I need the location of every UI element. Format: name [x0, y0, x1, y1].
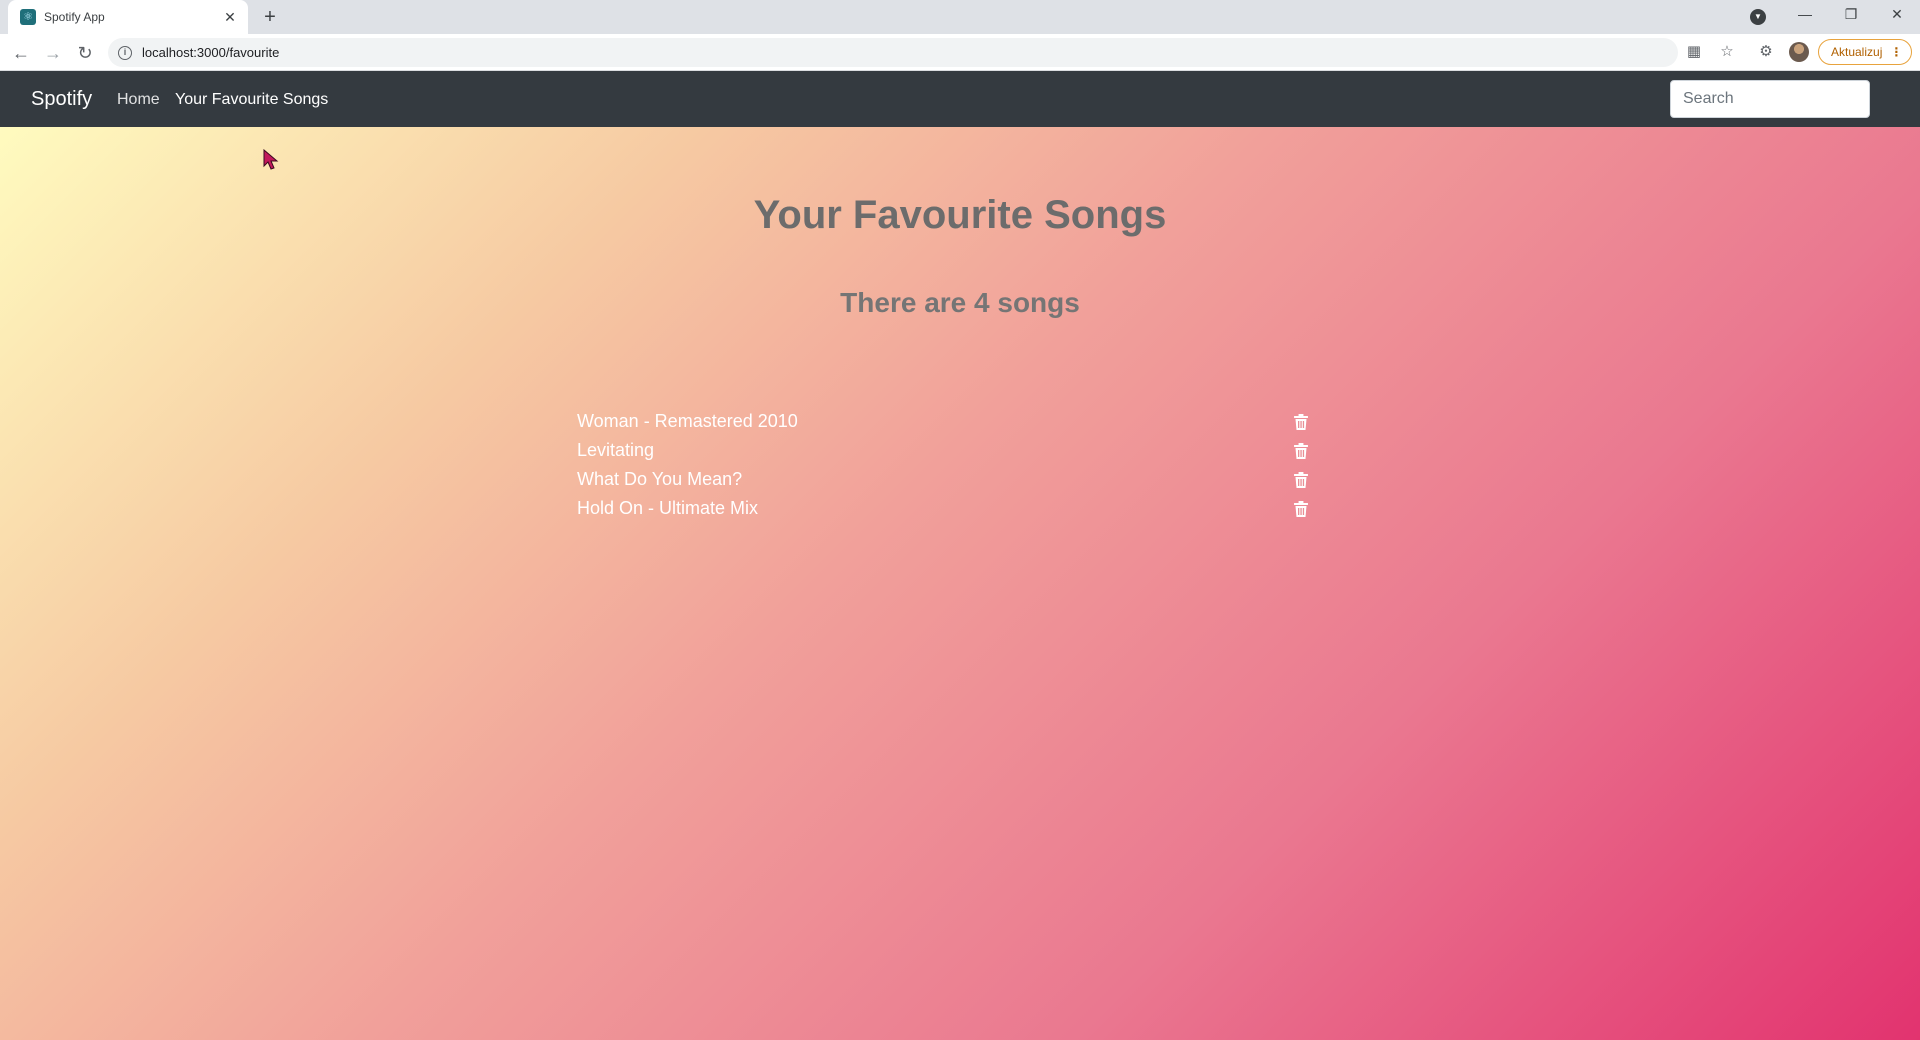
song-item: Hold On - Ultimate Mix: [577, 494, 1308, 523]
close-window-icon[interactable]: ✕: [1874, 0, 1920, 30]
update-button-label: Aktualizuj: [1831, 45, 1883, 59]
forward-icon[interactable]: →: [39, 39, 67, 67]
back-icon[interactable]: ←: [7, 39, 35, 67]
song-name: Hold On - Ultimate Mix: [577, 498, 759, 518]
tab-search-icon[interactable]: ▼: [1750, 9, 1766, 25]
extensions-icon[interactable]: ⚙: [1756, 42, 1776, 62]
update-button[interactable]: Aktualizuj ⋮: [1818, 39, 1912, 65]
url-text[interactable]: localhost:3000/favourite: [142, 45, 279, 60]
song-item: Levitating: [577, 436, 1308, 465]
browser-toolbar: ← → ↻ i localhost:3000/favourite ▦ ☆ ⚙ A…: [0, 34, 1920, 71]
song-item: What Do You Mean?: [577, 465, 1308, 494]
restore-icon[interactable]: ❐: [1828, 0, 1874, 30]
nav-link-favourite-songs[interactable]: Your Favourite Songs: [175, 89, 328, 111]
new-tab-button[interactable]: +: [258, 5, 282, 29]
mouse-cursor-icon: [263, 149, 279, 170]
trash-icon[interactable]: [1294, 443, 1308, 459]
menu-icon[interactable]: ⋮: [1890, 45, 1902, 59]
song-name: Levitating: [577, 440, 655, 460]
tab-title: Spotify App: [44, 10, 105, 24]
song-item: Woman - Remastered 2010: [577, 407, 1308, 436]
translate-icon[interactable]: ▦: [1684, 42, 1704, 62]
profile-avatar[interactable]: [1789, 42, 1809, 62]
minimize-icon[interactable]: —: [1782, 0, 1828, 30]
brand-logo[interactable]: Spotify: [31, 85, 92, 113]
browser-tab[interactable]: ⚛ Spotify App ✕: [8, 0, 248, 34]
search-input[interactable]: [1670, 80, 1870, 118]
address-bar[interactable]: i localhost:3000/favourite: [108, 38, 1678, 67]
nav-link-home[interactable]: Home: [117, 89, 160, 111]
song-name: Woman - Remastered 2010: [577, 411, 798, 431]
trash-icon[interactable]: [1294, 501, 1308, 517]
song-count: There are 4 songs: [840, 287, 1080, 318]
browser-tabstrip: ⚛ Spotify App ✕ + ▼ — ❐ ✕: [0, 0, 1920, 34]
song-list: Woman - Remastered 2010 Levitating What …: [577, 407, 1308, 523]
info-icon[interactable]: i: [118, 45, 132, 60]
react-favicon-icon: ⚛: [20, 9, 36, 25]
app-navbar: Spotify Home Your Favourite Songs: [0, 71, 1920, 127]
trash-icon[interactable]: [1294, 472, 1308, 488]
main-content: Your Favourite Songs There are 4 songs W…: [0, 127, 1920, 1040]
star-icon[interactable]: ☆: [1717, 42, 1737, 62]
song-name: What Do You Mean?: [577, 469, 743, 489]
reload-icon[interactable]: ↻: [71, 39, 99, 67]
trash-icon[interactable]: [1294, 414, 1308, 430]
page-title: Your Favourite Songs: [753, 193, 1167, 237]
tab-close-icon[interactable]: ✕: [222, 9, 238, 26]
